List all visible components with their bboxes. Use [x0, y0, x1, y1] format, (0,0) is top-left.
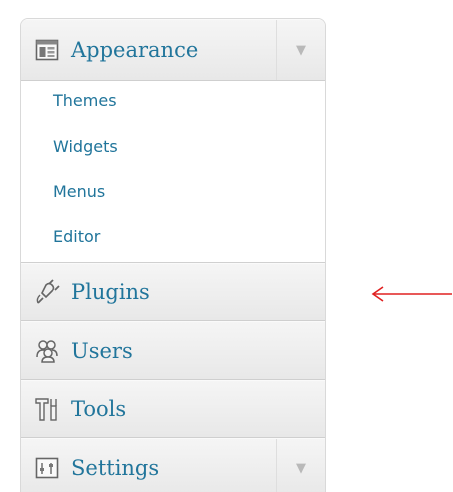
- menu-item-appearance[interactable]: Appearance ▼: [21, 19, 325, 81]
- users-icon: [33, 337, 61, 365]
- plug-icon: [33, 278, 61, 306]
- menu-item-label: Appearance: [71, 38, 199, 62]
- tools-icon: [33, 395, 61, 423]
- menu-item-label: Tools: [71, 397, 127, 421]
- settings-icon: [33, 454, 61, 482]
- appearance-submenu: Themes Widgets Menus Editor: [21, 81, 325, 263]
- triangle-down-icon[interactable]: ▼: [276, 20, 325, 80]
- menu-item-label: Plugins: [71, 280, 150, 304]
- admin-sidebar-menu: Appearance ▼ Themes Widgets Menus Editor…: [20, 18, 326, 492]
- menu-item-tools[interactable]: Tools: [21, 380, 325, 438]
- appearance-icon: [33, 36, 61, 64]
- submenu-item-editor[interactable]: Editor: [53, 227, 100, 246]
- submenu-item-widgets[interactable]: Widgets: [53, 137, 118, 156]
- submenu-item-themes[interactable]: Themes: [53, 91, 117, 110]
- menu-item-label: Users: [71, 338, 133, 363]
- menu-item-users[interactable]: Users: [21, 321, 325, 380]
- menu-item-plugins[interactable]: Plugins: [21, 263, 325, 321]
- menu-item-label: Settings: [71, 456, 160, 480]
- arrow-left-icon: [371, 286, 452, 302]
- menu-item-settings[interactable]: Settings ▼: [21, 438, 325, 492]
- submenu-item-menus[interactable]: Menus: [53, 182, 105, 201]
- triangle-down-icon[interactable]: ▼: [276, 439, 325, 492]
